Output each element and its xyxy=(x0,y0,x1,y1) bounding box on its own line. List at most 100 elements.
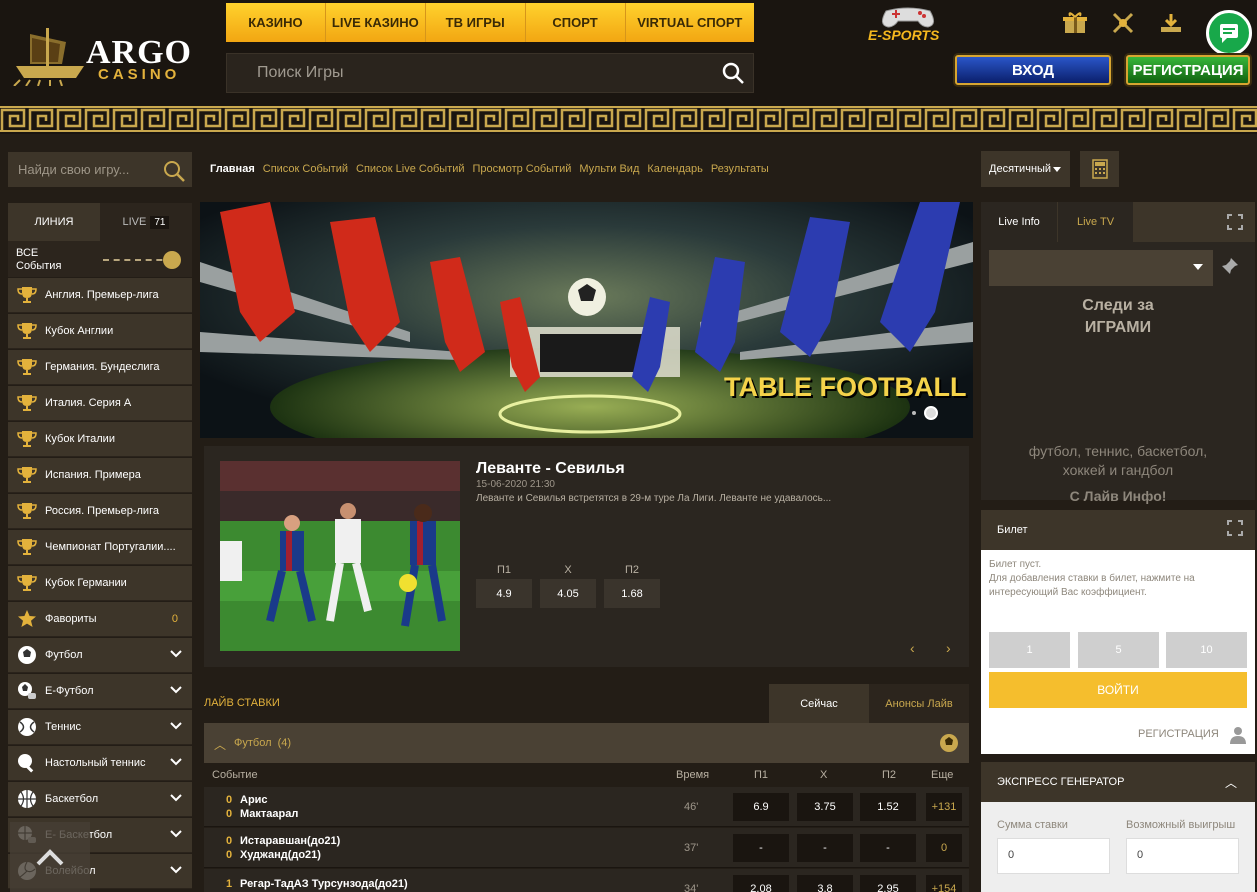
nav-live-casino[interactable]: LIVE КАЗИНО xyxy=(326,3,426,42)
sidebar-search-input[interactable] xyxy=(8,152,158,187)
odds-button-x[interactable]: 3.75 xyxy=(797,793,853,821)
chevron-right-icon[interactable]: › xyxy=(946,640,951,656)
ticket-register-link[interactable]: РЕГИСТРАЦИЯ xyxy=(1138,728,1219,740)
odds-button-p1[interactable]: 2.08 xyxy=(733,875,789,892)
sidebar-item[interactable]: Футбол xyxy=(8,638,192,673)
quick-stake-5[interactable]: 5 xyxy=(1078,632,1159,668)
chevron-down-icon[interactable] xyxy=(170,721,184,733)
login-button[interactable]: ВХОД xyxy=(955,55,1111,85)
subnav-view-events[interactable]: Просмотр Событий xyxy=(473,163,572,175)
ticket-login-button[interactable]: ВОЙТИ xyxy=(989,672,1247,708)
chevron-left-icon[interactable]: ‹ xyxy=(910,640,915,656)
quick-stake-10[interactable]: 10 xyxy=(1166,632,1247,668)
sidebar-item[interactable]: Кубок Германии xyxy=(8,566,192,601)
odds-button-x[interactable]: - xyxy=(797,834,853,862)
nav-virtual-sport[interactable]: VIRTUAL СПОРТ xyxy=(626,3,755,42)
odds-button-p1[interactable]: 4.9 xyxy=(476,579,532,608)
sidebar-item[interactable]: Баскетбол xyxy=(8,782,192,817)
odds-button-p1[interactable]: - xyxy=(733,834,789,862)
sidebar-item[interactable]: Россия. Премьер-лига xyxy=(8,494,192,529)
nav-casino[interactable]: КАЗИНО xyxy=(226,3,326,42)
register-button[interactable]: РЕГИСТРАЦИЯ xyxy=(1126,55,1250,85)
chevron-down-icon[interactable] xyxy=(170,757,184,769)
chevron-down-icon[interactable] xyxy=(170,793,184,805)
match-select[interactable] xyxy=(989,250,1213,286)
quick-stake-1[interactable]: 1 xyxy=(989,632,1070,668)
calculator-button[interactable] xyxy=(1080,151,1119,187)
odds-format-select[interactable]: Десятичный xyxy=(981,151,1070,187)
sidebar-item[interactable]: Германия. Бундеслига xyxy=(8,350,192,385)
stake-input[interactable]: 0 xyxy=(997,838,1110,874)
odds-button-p2[interactable]: 2.95 xyxy=(860,875,916,892)
search-icon[interactable] xyxy=(162,159,186,186)
more-markets-button[interactable]: +154 xyxy=(926,875,962,892)
live-event-row[interactable]: 0 Истаравшан(до21) 0 Худжанд(до21) 37' - - -0 xyxy=(204,828,969,868)
subnav-live-events[interactable]: Список Live Событий xyxy=(356,163,465,175)
chevron-down-icon[interactable] xyxy=(170,829,184,841)
caret-down-icon xyxy=(1193,264,1203,270)
chevron-up-icon[interactable]: ︿ xyxy=(214,736,226,753)
sidebar-item[interactable]: Кубок Англии xyxy=(8,314,192,349)
search-icon[interactable] xyxy=(721,61,745,88)
download-icon[interactable] xyxy=(1158,12,1186,34)
odds-button-p1[interactable]: 6.9 xyxy=(733,793,789,821)
sidebar-item[interactable]: Англия. Премьер-лига xyxy=(8,278,192,313)
sidebar-item[interactable]: Италия. Серия А xyxy=(8,386,192,421)
odds-button-x[interactable]: 3.8 xyxy=(797,875,853,892)
sidebar-item[interactable]: Испания. Примера xyxy=(8,458,192,493)
odds-button-p2[interactable]: 1.68 xyxy=(604,579,660,608)
subnav-multiview[interactable]: Мульти Вид xyxy=(579,163,639,175)
sidebar-item-label: Футбол xyxy=(45,649,83,661)
odds-button-p2[interactable]: 1.52 xyxy=(860,793,916,821)
featured-event-title[interactable]: Леванте - Севилья xyxy=(476,460,625,478)
expand-icon[interactable] xyxy=(1227,520,1243,539)
subnav-calendar[interactable]: Календарь xyxy=(647,163,703,175)
odds-button-x[interactable]: 4.05 xyxy=(540,579,596,608)
express-header[interactable]: ЭКСПРЕСС ГЕНЕРАТОР ︿ xyxy=(981,762,1255,802)
sidebar-item[interactable]: Кубок Италии xyxy=(8,422,192,457)
chat-button[interactable] xyxy=(1206,10,1252,56)
scroll-top-button[interactable] xyxy=(10,822,90,892)
nav-sport[interactable]: СПОРТ xyxy=(526,3,626,42)
gift-icon[interactable] xyxy=(1062,12,1090,34)
chevron-down-icon[interactable] xyxy=(170,649,184,661)
subnav-home[interactable]: Главная xyxy=(210,163,255,175)
sidebar-item[interactable]: Чемпионат Португалии.... xyxy=(8,530,192,565)
more-markets-button[interactable]: 0 xyxy=(926,834,962,862)
expand-icon[interactable] xyxy=(1227,214,1243,233)
banner-dot-2[interactable] xyxy=(924,406,938,420)
chevron-down-icon[interactable] xyxy=(170,685,184,697)
more-markets-button[interactable]: +131 xyxy=(926,793,962,821)
chevron-down-icon[interactable] xyxy=(170,865,184,877)
esports-link[interactable]: E-SPORTS xyxy=(866,5,942,45)
odds-button-p2[interactable]: - xyxy=(860,834,916,862)
all-events-toggle[interactable]: ВСЕ События xyxy=(8,241,192,277)
subnav-results[interactable]: Результаты xyxy=(711,163,769,175)
sport-group-header[interactable]: ︿ Футбол (4) xyxy=(204,723,969,763)
promo-banner[interactable]: TABLE FOOTBALL xyxy=(200,202,973,438)
game-search-input[interactable] xyxy=(227,54,707,92)
tab-live-tv[interactable]: Live TV xyxy=(1057,202,1133,242)
header: ARGO CASINO КАЗИНО LIVE КАЗИНО ТВ ИГРЫ С… xyxy=(0,0,1257,104)
user-icon[interactable] xyxy=(1229,726,1247,747)
sidebar-item[interactable]: Фавориты 0 xyxy=(8,602,192,637)
tab-live-info[interactable]: Live Info xyxy=(981,202,1057,242)
subnav-events[interactable]: Список Событий xyxy=(263,163,348,175)
sidebar-item[interactable]: Теннис xyxy=(8,710,192,745)
chevron-up-icon[interactable]: ︿ xyxy=(1225,774,1237,791)
tab-line[interactable]: ЛИНИЯ xyxy=(8,203,100,241)
pin-icon[interactable] xyxy=(1221,257,1239,278)
sidebar-item[interactable]: E-Футбол xyxy=(8,674,192,709)
tab-announcements[interactable]: Анонсы Лайв xyxy=(869,684,969,723)
sidebar-item[interactable]: Настольный теннис xyxy=(8,746,192,781)
tab-live[interactable]: LIVE 71 xyxy=(100,203,192,241)
live-event-row[interactable]: 1 Регар-ТадАЗ Турсунзода(до21) 34' 2.08 3.8 2… xyxy=(204,869,969,892)
banner-dot-1[interactable] xyxy=(912,411,916,415)
live-event-row[interactable]: 0 Арис 0 Мактаарал 46' 6.9 3.75 1.52 +131 xyxy=(204,787,969,827)
argo-casino-logo[interactable]: ARGO CASINO xyxy=(10,22,200,86)
win-input[interactable]: 0 xyxy=(1126,838,1239,874)
tab-now[interactable]: Сейчас xyxy=(769,684,869,723)
tournament-icon[interactable] xyxy=(1110,12,1138,34)
nav-tv-games[interactable]: ТВ ИГРЫ xyxy=(426,3,526,42)
all-events-slider-knob[interactable] xyxy=(163,251,181,269)
